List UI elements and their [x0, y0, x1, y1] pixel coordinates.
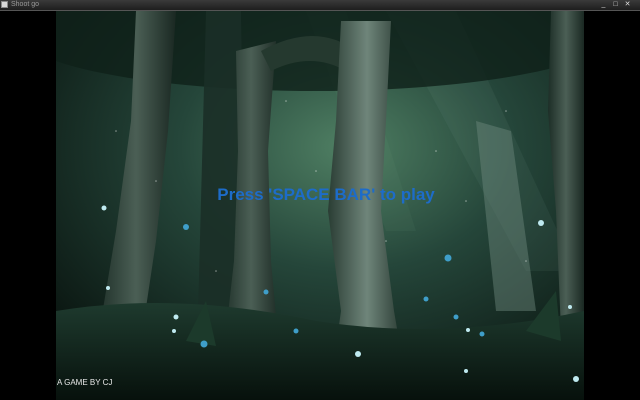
app-icon: [1, 1, 8, 8]
game-window: Shoot go _ □ ✕ Press 'SPACE BAR' to play…: [0, 0, 640, 400]
minimize-button[interactable]: _: [599, 1, 608, 9]
game-credit: A GAME BY CJ: [57, 378, 113, 387]
forest-background: [56, 11, 584, 400]
title-bar[interactable]: Shoot go _ □ ✕: [0, 0, 640, 11]
window-title: Shoot go: [11, 1, 40, 8]
start-prompt: Press 'SPACE BAR' to play: [217, 185, 435, 204]
maximize-button[interactable]: □: [611, 1, 620, 9]
game-canvas[interactable]: Press 'SPACE BAR' to play A GAME BY CJ: [0, 11, 640, 400]
close-button[interactable]: ✕: [623, 1, 632, 9]
